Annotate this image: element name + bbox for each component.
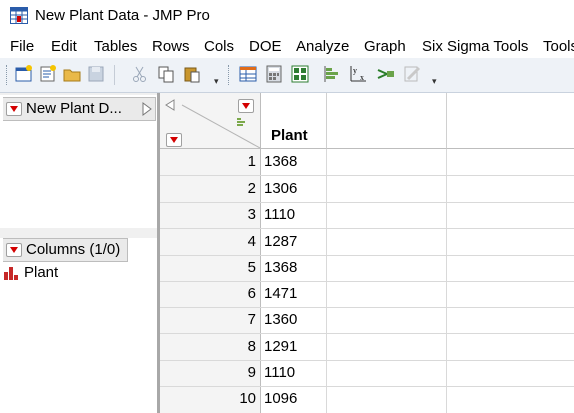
graph-builder-icon[interactable]	[402, 64, 422, 84]
menu-doe[interactable]: DOE	[249, 38, 282, 55]
cell-plant[interactable]: 1110	[264, 364, 295, 381]
fit-model-icon[interactable]	[376, 64, 396, 84]
column-header-plant[interactable]: Plant	[261, 93, 327, 149]
cell-plant[interactable]: 1471	[264, 285, 297, 302]
toolbar-overflow-icon[interactable]: ▾	[214, 76, 219, 87]
row-number: 7	[247, 311, 256, 328]
collapse-arrow-icon[interactable]	[142, 102, 152, 116]
open-icon[interactable]	[62, 64, 82, 84]
row-number: 10	[239, 390, 256, 407]
cell-plant[interactable]: 1368	[264, 259, 297, 276]
grid-corner	[160, 93, 261, 149]
table-row[interactable]: 5 1368	[160, 255, 574, 282]
menu-six-sigma-tools[interactable]: Six Sigma Tools	[422, 38, 528, 55]
window-title: New Plant Data - JMP Pro	[35, 7, 210, 24]
column-item-label: Plant	[24, 264, 59, 281]
table-row[interactable]: 2 1306	[160, 176, 574, 203]
paste-icon[interactable]	[182, 64, 202, 84]
save-icon[interactable]	[86, 64, 106, 84]
distribution-icon[interactable]	[322, 64, 342, 84]
column-header-label: Plant	[271, 127, 308, 144]
cell-plant[interactable]: 1306	[264, 180, 297, 197]
cell-plant[interactable]: 1360	[264, 311, 297, 328]
table-red-triangle-icon[interactable]	[6, 102, 22, 116]
column-header-empty[interactable]	[447, 93, 574, 149]
table-row[interactable]: 3 1110	[160, 202, 574, 229]
menu-graph[interactable]: Graph	[364, 38, 406, 55]
continuous-column-icon	[4, 267, 18, 280]
menu-tables[interactable]: Tables	[94, 38, 137, 55]
row-number: 2	[247, 180, 256, 197]
column-header-empty[interactable]	[327, 93, 447, 149]
svg-text:y: y	[353, 66, 357, 75]
rows-dropdown-icon[interactable]	[166, 133, 182, 147]
fit-y-by-x-icon[interactable]: yx	[348, 64, 368, 84]
cell-plant[interactable]: 1291	[264, 338, 297, 355]
new-data-table-icon[interactable]	[14, 64, 34, 84]
new-script-icon[interactable]	[38, 64, 58, 84]
table-panel: New Plant D...	[0, 95, 157, 228]
columns-panel: Columns (1/0) Plant	[0, 238, 157, 413]
row-number: 6	[247, 285, 256, 302]
table-row[interactable]: 9 1110	[160, 360, 574, 387]
cut-icon[interactable]	[130, 64, 150, 84]
filter-icon[interactable]	[236, 117, 248, 129]
cell-plant[interactable]: 1096	[264, 390, 297, 407]
svg-text:x: x	[360, 73, 364, 82]
toolbar-grip-2[interactable]	[228, 65, 231, 85]
row-number: 8	[247, 338, 256, 355]
data-table-icon[interactable]	[238, 64, 258, 84]
toolbar-separator	[114, 65, 117, 85]
columns-panel-title: Columns (1/0)	[26, 241, 121, 258]
cell-plant[interactable]: 1110	[264, 206, 295, 223]
row-number: 3	[247, 206, 256, 223]
table-panel-header: New Plant D...	[3, 97, 156, 121]
cell-plant[interactable]: 1287	[264, 233, 297, 250]
menu-tools[interactable]: Tools	[543, 38, 574, 55]
menu-cols[interactable]: Cols	[204, 38, 234, 55]
table-row[interactable]: 6 1471	[160, 281, 574, 308]
row-number: 5	[247, 259, 256, 276]
columns-red-triangle-icon[interactable]	[6, 243, 22, 257]
jmp-data-table-icon	[10, 7, 28, 24]
table-row[interactable]: 1 1368	[160, 149, 574, 176]
columns-panel-header: Columns (1/0)	[3, 238, 128, 262]
calculator-icon[interactable]	[264, 64, 284, 84]
table-row[interactable]: 4 1287	[160, 229, 574, 256]
copy-icon[interactable]	[156, 64, 176, 84]
left-panel: New Plant D... Columns (1/0) Plant	[0, 93, 159, 413]
table-row[interactable]: 7 1360	[160, 307, 574, 334]
row-number: 4	[247, 233, 256, 250]
menu-file[interactable]: File	[10, 38, 34, 55]
columns-dropdown-icon[interactable]	[238, 99, 254, 113]
menu-rows[interactable]: Rows	[152, 38, 190, 55]
toolbar-overflow-icon-2[interactable]: ▾	[432, 76, 437, 87]
data-grid: Plant 1 1368 2 1306 3 1110 4 1287 5 1368 6 147…	[160, 93, 574, 413]
menu-edit[interactable]: Edit	[51, 38, 77, 55]
table-row[interactable]: 8 1291	[160, 334, 574, 361]
row-number: 9	[247, 364, 256, 381]
title-bar: New Plant Data - JMP Pro	[0, 0, 574, 33]
row-number: 1	[247, 153, 256, 170]
toolbar: ▾ yx ▾	[0, 58, 574, 93]
toolbar-grip[interactable]	[6, 65, 9, 85]
table-panel-title: New Plant D...	[26, 100, 122, 117]
journal-icon[interactable]	[290, 64, 310, 84]
menu-bar: File Edit Tables Rows Cols DOE Analyze G…	[0, 34, 574, 58]
table-row[interactable]: 10 1096	[160, 386, 574, 412]
menu-analyze[interactable]: Analyze	[296, 38, 349, 55]
cell-plant[interactable]: 1368	[264, 153, 297, 170]
